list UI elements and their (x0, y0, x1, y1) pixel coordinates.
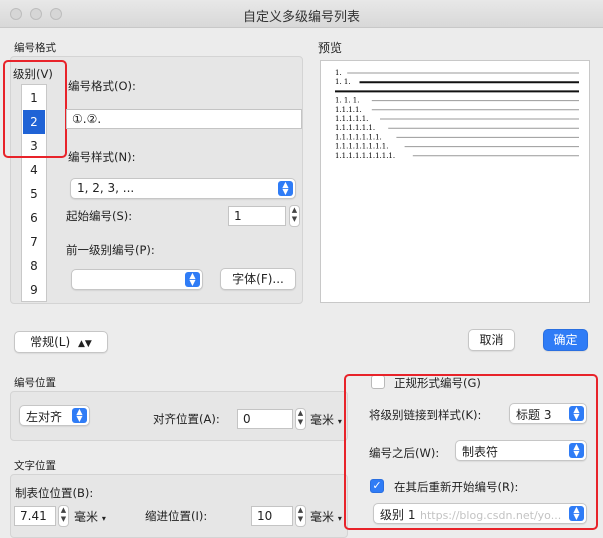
preview-line-number: 1. 1. 1. (335, 97, 360, 105)
text-position-section-label: 文字位置 (14, 460, 56, 472)
alignment-select-value: 左对齐 (26, 410, 63, 424)
preview-line-number: 1.1.1.1.1.1.1.1. (335, 143, 388, 151)
preview-line-number: 1.1.1.1. (335, 106, 362, 114)
prev-level-select[interactable]: ▲ ▼ (71, 269, 203, 290)
dropdown-arrow-icon: ▾ (101, 514, 106, 523)
preview-lines: 1.1. 1.1. 1. 1.1.1.1.1.1.1.1.1.1.1.1.1.1… (335, 69, 579, 160)
font-button[interactable]: 字体(F)... (220, 268, 296, 290)
align-position-unit[interactable]: 毫米 ▾ (310, 411, 342, 428)
window-title: 自定义多级编号列表 (242, 10, 360, 25)
indent-position-stepper[interactable]: ▲ ▼ (295, 505, 306, 527)
general-toggle-button[interactable]: 常规(L) ▲▼ (14, 331, 108, 353)
preview-line-number: 1. 1. (335, 78, 351, 86)
level-item[interactable]: 9 (23, 278, 45, 302)
level-item[interactable]: 4 (23, 158, 45, 182)
level-item[interactable]: 7 (23, 230, 45, 254)
tab-position-stepper[interactable]: ▲ ▼ (58, 505, 69, 527)
tab-position-input[interactable]: 7.41 (14, 506, 56, 526)
preview-label: 预览 (318, 41, 343, 55)
start-number-stepper[interactable]: ▲ ▼ (289, 205, 300, 227)
chevron-up-down-icon: ▲ ▼ (278, 181, 293, 196)
start-number-label: 起始编号(S): (66, 209, 133, 223)
style-select[interactable]: 1, 2, 3, ... ▲ ▼ (70, 178, 296, 199)
unit-label: 毫米 (74, 510, 99, 524)
indent-position-input[interactable]: 10 (251, 506, 293, 526)
level-item[interactable]: 5 (23, 182, 45, 206)
align-position-input[interactable]: 0 (237, 409, 293, 429)
chevron-up-down-icon: ▲ ▼ (185, 272, 200, 287)
format-label: 编号格式(O): (68, 79, 136, 93)
options-highlight-box (344, 374, 598, 530)
preview-line-number: 1.1.1.1.1.1.1. (335, 133, 382, 141)
preview-line-number: 1.1.1.1.1. (335, 115, 368, 123)
level-item[interactable]: 8 (23, 254, 45, 278)
prev-level-label: 前一级别编号(P): (66, 243, 155, 257)
indent-position-unit[interactable]: 毫米 ▾ (310, 508, 342, 525)
number-position-section-label: 编号位置 (14, 377, 56, 389)
up-down-arrow-icon: ▲▼ (78, 339, 92, 349)
cancel-button[interactable]: 取消 (468, 329, 515, 351)
preview-line-number: 1. (335, 69, 342, 77)
alignment-select[interactable]: 左对齐 ▲ ▼ (19, 405, 90, 426)
tab-position-label: 制表位位置(B): (15, 486, 94, 500)
align-position-stepper[interactable]: ▲ ▼ (295, 408, 306, 430)
unit-label: 毫米 (310, 413, 335, 427)
dropdown-arrow-icon: ▾ (337, 514, 342, 523)
unit-label: 毫米 (310, 510, 335, 524)
numbering-format-section-label: 编号格式 (14, 42, 56, 54)
format-input[interactable]: ①.②. (66, 109, 302, 129)
start-number-input[interactable]: 1 (228, 206, 286, 226)
preview-line-number: 1.1.1.1.1.1. (335, 124, 375, 132)
preview-pane: 1. 1. 1. 1. 1. 1. 1.1.1.1. 1.1.1.1.1. 1.1.1.1… (320, 60, 590, 303)
level-item[interactable]: 6 (23, 206, 45, 230)
style-label: 编号样式(N): (68, 150, 136, 164)
general-button-label: 常规(L) (30, 335, 71, 349)
chevron-up-down-icon: ▲ ▼ (72, 408, 87, 423)
ok-button[interactable]: 确定 (543, 329, 588, 351)
tab-position-unit[interactable]: 毫米 ▾ (74, 508, 106, 525)
style-select-value: 1, 2, 3, ... (77, 181, 135, 195)
dropdown-arrow-icon: ▾ (337, 417, 342, 426)
indent-position-label: 缩进位置(I): (145, 509, 208, 523)
preview-line-number: 1.1.1.1.1.1.1.1.1. (335, 152, 395, 160)
level-highlight-box (3, 60, 67, 158)
align-position-label: 对齐位置(A): (153, 412, 220, 426)
